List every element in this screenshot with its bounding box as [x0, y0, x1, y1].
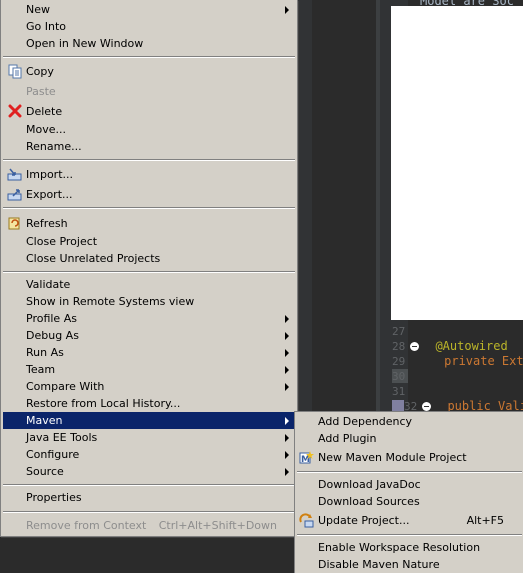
menu-item-move[interactable]: Move... [3, 121, 295, 138]
menu-item-profile-as[interactable]: Profile As [3, 310, 295, 327]
menu-separator [3, 511, 295, 513]
menu-separator [3, 484, 295, 486]
menu-item-go-into[interactable]: Go Into [3, 18, 295, 35]
submenu-arrow-icon [285, 366, 289, 374]
submenu-item-add-dependency[interactable]: Add Dependency [297, 413, 522, 430]
menu-item-configure[interactable]: Configure [3, 446, 295, 463]
code-line-highlighted: 30 [392, 369, 408, 383]
menu-item-close-project[interactable]: Close Project [3, 233, 295, 250]
fold-icon[interactable] [422, 402, 431, 411]
menu-item-restore-local-history[interactable]: Restore from Local History... [3, 395, 295, 412]
submenu-arrow-icon [285, 315, 289, 323]
submenu-arrow-icon [285, 434, 289, 442]
menu-item-new[interactable]: New [3, 1, 295, 18]
menu-item-run-as[interactable]: Run As [3, 344, 295, 361]
menu-item-delete[interactable]: Delete [3, 103, 295, 120]
accelerator-text: Alt+F5 [466, 514, 504, 527]
menu-item-import[interactable]: Import... [3, 166, 295, 183]
context-menu: New Go Into Open in New Window Copy Past… [0, 0, 298, 537]
editor-overlay-panel [391, 6, 523, 320]
menu-item-compare-with[interactable]: Compare With [3, 378, 295, 395]
menu-separator [297, 471, 522, 473]
submenu-arrow-icon [285, 417, 289, 425]
code-line: 28 @Autowired [392, 339, 508, 353]
menu-item-refresh[interactable]: Refresh [3, 215, 295, 232]
menu-item-remove-from-context[interactable]: Remove from Context Ctrl+Alt+Shift+Down [3, 517, 295, 534]
menu-separator [3, 56, 295, 58]
submenu-arrow-icon [285, 349, 289, 357]
copy-icon [8, 64, 22, 79]
menu-item-validate[interactable]: Validate [3, 276, 295, 293]
submenu-item-enable-workspace-resolution[interactable]: Enable Workspace Resolution [297, 539, 522, 556]
menu-item-copy[interactable]: Copy [3, 63, 295, 80]
refresh-icon [8, 217, 20, 230]
menu-separator [3, 159, 295, 161]
menu-item-export[interactable]: Export... [3, 186, 295, 203]
menu-item-team[interactable]: Team [3, 361, 295, 378]
export-icon [7, 189, 22, 201]
code-line: 27 [392, 325, 406, 338]
accelerator-text: Ctrl+Alt+Shift+Down [158, 519, 277, 532]
submenu-arrow-icon [285, 332, 289, 340]
menu-item-rename[interactable]: Rename... [3, 138, 295, 155]
submenu-arrow-icon [285, 451, 289, 459]
submenu-arrow-icon [285, 383, 289, 391]
code-line: 31 [392, 385, 406, 398]
menu-separator [297, 534, 522, 536]
submenu-item-disable-maven-nature[interactable]: Disable Maven Nature [297, 556, 522, 573]
menu-item-debug-as[interactable]: Debug As [3, 327, 295, 344]
submenu-item-update-project[interactable]: Update Project... Alt+F5 [297, 512, 522, 529]
import-icon [7, 168, 22, 181]
fold-icon[interactable] [410, 342, 419, 351]
submenu-item-add-plugin[interactable]: Add Plugin [297, 430, 522, 447]
submenu-arrow-icon [285, 468, 289, 476]
menu-item-paste[interactable]: Paste [3, 83, 295, 100]
submenu-item-download-javadoc[interactable]: Download JavaDoc [297, 476, 522, 493]
maven-module-icon: M [299, 451, 314, 465]
menu-item-java-ee-tools[interactable]: Java EE Tools [3, 429, 295, 446]
menu-item-properties[interactable]: Properties [3, 489, 295, 506]
menu-item-source[interactable]: Source [3, 463, 295, 480]
submenu-item-download-sources[interactable]: Download Sources [297, 493, 522, 510]
menu-item-close-unrelated[interactable]: Close Unrelated Projects [3, 250, 295, 267]
delete-icon [8, 104, 22, 118]
code-line: 29 private Ext [392, 354, 523, 368]
menu-item-open-new-window[interactable]: Open in New Window [3, 35, 295, 52]
bookmark-marker-icon [392, 400, 404, 411]
menu-separator [3, 207, 295, 209]
submenu-item-new-maven-module[interactable]: M New Maven Module Project [297, 449, 522, 466]
submenu-arrow-icon [285, 6, 289, 14]
menu-separator [3, 271, 295, 273]
menu-item-maven[interactable]: Maven [3, 412, 295, 429]
menu-item-show-remote-systems[interactable]: Show in Remote Systems view [3, 293, 295, 310]
update-project-icon [299, 513, 314, 528]
maven-submenu: Add Dependency Add Plugin M New Maven Mo… [294, 411, 523, 573]
